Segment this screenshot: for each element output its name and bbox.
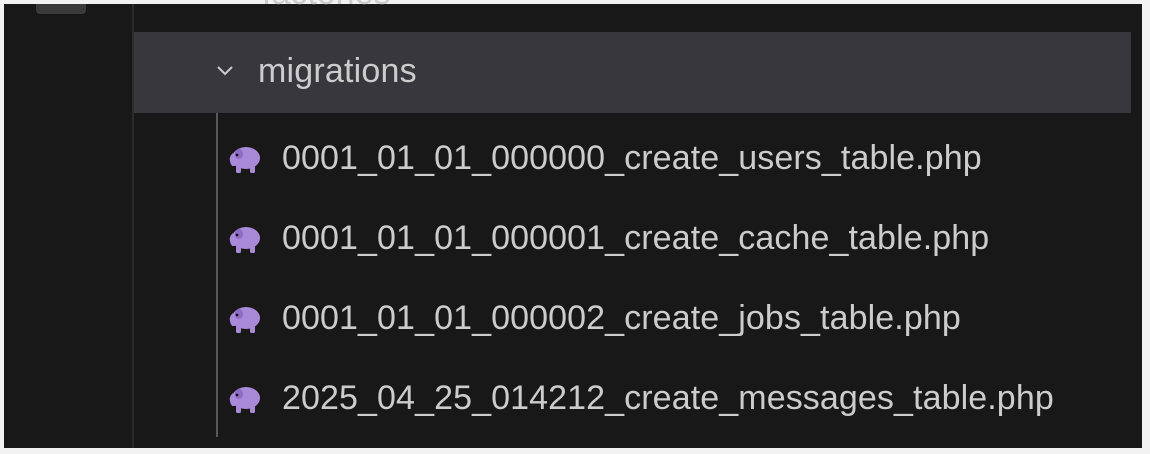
tree-item-factories[interactable]: factories bbox=[262, 0, 391, 13]
file-label: 2025_04_25_014212_create_messages_table.… bbox=[282, 379, 1054, 417]
file-label: 0001_01_01_000001_create_cache_table.php bbox=[282, 219, 990, 257]
activity-bar bbox=[4, 4, 134, 448]
chevron-down-icon[interactable] bbox=[216, 62, 234, 80]
window-right-edge bbox=[1142, 0, 1150, 454]
tree-folder-migrations[interactable]: migrations bbox=[134, 32, 1131, 113]
file-explorer-tree: factories migrations 0001_01_01_000000_c… bbox=[134, 0, 1134, 448]
php-elephant-icon bbox=[229, 387, 260, 413]
tree-file-item[interactable]: 0001_01_01_000000_create_users_table.php bbox=[134, 121, 1131, 201]
tree-file-item[interactable]: 0001_01_01_000001_create_cache_table.php bbox=[134, 201, 1131, 281]
file-label: 0001_01_01_000002_create_jobs_table.php bbox=[282, 299, 961, 337]
editor-window: factories migrations 0001_01_01_000000_c… bbox=[0, 0, 1150, 454]
tree-file-item[interactable]: 0001_01_01_000002_create_jobs_table.php bbox=[134, 281, 1131, 361]
php-elephant-icon bbox=[229, 307, 260, 333]
php-elephant-icon bbox=[229, 227, 260, 253]
folder-label: migrations bbox=[258, 52, 417, 90]
tree-file-item[interactable]: 2025_04_25_014212_create_messages_table.… bbox=[134, 361, 1131, 441]
php-elephant-icon bbox=[229, 147, 260, 173]
file-label: 0001_01_01_000000_create_users_table.php bbox=[282, 139, 982, 177]
window-bottom-edge bbox=[0, 448, 1150, 454]
tree-item-label: factories bbox=[262, 0, 391, 12]
activity-bar-icon[interactable] bbox=[36, 4, 86, 14]
